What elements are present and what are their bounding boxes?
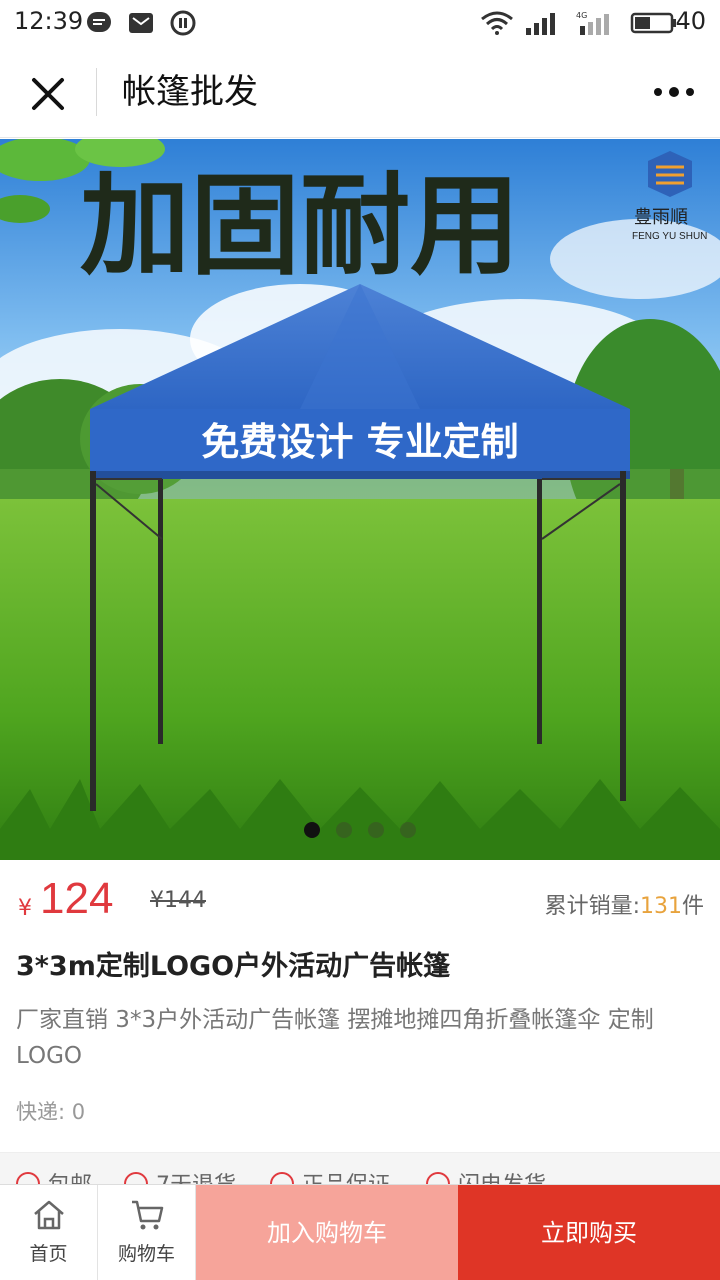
original-price: ¥144 xyxy=(150,888,206,913)
shipping-fee: 快递: 0 xyxy=(16,1100,86,1124)
bottom-action-bar: 首页 购物车 加入购物车 立即购买 xyxy=(0,1184,720,1280)
page-title: 帐篷批发 xyxy=(122,72,258,112)
battery-level: 40 xyxy=(675,7,706,35)
product-image: 加固耐用 豊雨順 FENG YU SHUN 免费设计 专业定制 xyxy=(0,139,720,860)
cart-button[interactable]: 购物车 xyxy=(98,1185,196,1280)
message-icon xyxy=(87,12,111,32)
product-description: 厂家直销 3*3户外活动广告帐篷 摆摊地摊四角折叠帐篷伞 定制LOGO xyxy=(16,1007,654,1069)
svg-text:4G: 4G xyxy=(576,11,587,20)
carousel-indicators xyxy=(0,822,720,842)
cart-label: 购物车 xyxy=(117,1243,175,1265)
top-nav-bar: 帐篷批发 xyxy=(0,46,720,138)
currency-symbol: ¥ xyxy=(18,896,32,921)
price-row: ¥ 124 ¥144 累计销量:131件 xyxy=(0,868,720,938)
mail-icon xyxy=(129,13,153,33)
signal-icon xyxy=(526,13,555,35)
home-icon xyxy=(33,1200,64,1230)
carousel-dot[interactable] xyxy=(336,822,352,838)
status-time: 12:39 xyxy=(14,7,84,35)
more-options-icon[interactable] xyxy=(650,72,698,112)
buy-now-button[interactable]: 立即购买 xyxy=(458,1185,720,1280)
pause-icon xyxy=(170,10,196,36)
wifi-icon xyxy=(481,11,513,35)
close-icon[interactable] xyxy=(22,68,74,120)
svg-text:FENG YU SHUN: FENG YU SHUN xyxy=(632,231,707,242)
sales-count: 累计销量:131件 xyxy=(544,894,704,919)
carousel-dot[interactable] xyxy=(304,822,320,838)
carousel-dot[interactable] xyxy=(400,822,416,838)
signal-4g-icon: 4G xyxy=(576,11,609,35)
banner-headline: 加固耐用 xyxy=(80,161,520,290)
cart-icon xyxy=(131,1200,163,1230)
current-price: 124 xyxy=(40,874,114,923)
add-to-cart-button[interactable]: 加入购物车 xyxy=(196,1185,458,1280)
home-label: 首页 xyxy=(29,1243,68,1265)
product-image-carousel[interactable]: 加固耐用 豊雨順 FENG YU SHUN 免费设计 专业定制 xyxy=(0,139,720,860)
header-divider xyxy=(96,68,97,116)
svg-text:豊雨順: 豊雨順 xyxy=(634,207,688,228)
home-button[interactable]: 首页 xyxy=(0,1185,98,1280)
product-title: 3*3m定制LOGO户外活动广告帐篷 xyxy=(16,951,451,982)
tent-slogan: 免费设计 专业定制 xyxy=(201,420,518,464)
status-bar: 12:39 4G 40 xyxy=(0,0,720,46)
carousel-dot[interactable] xyxy=(368,822,384,838)
battery-icon xyxy=(630,12,676,34)
